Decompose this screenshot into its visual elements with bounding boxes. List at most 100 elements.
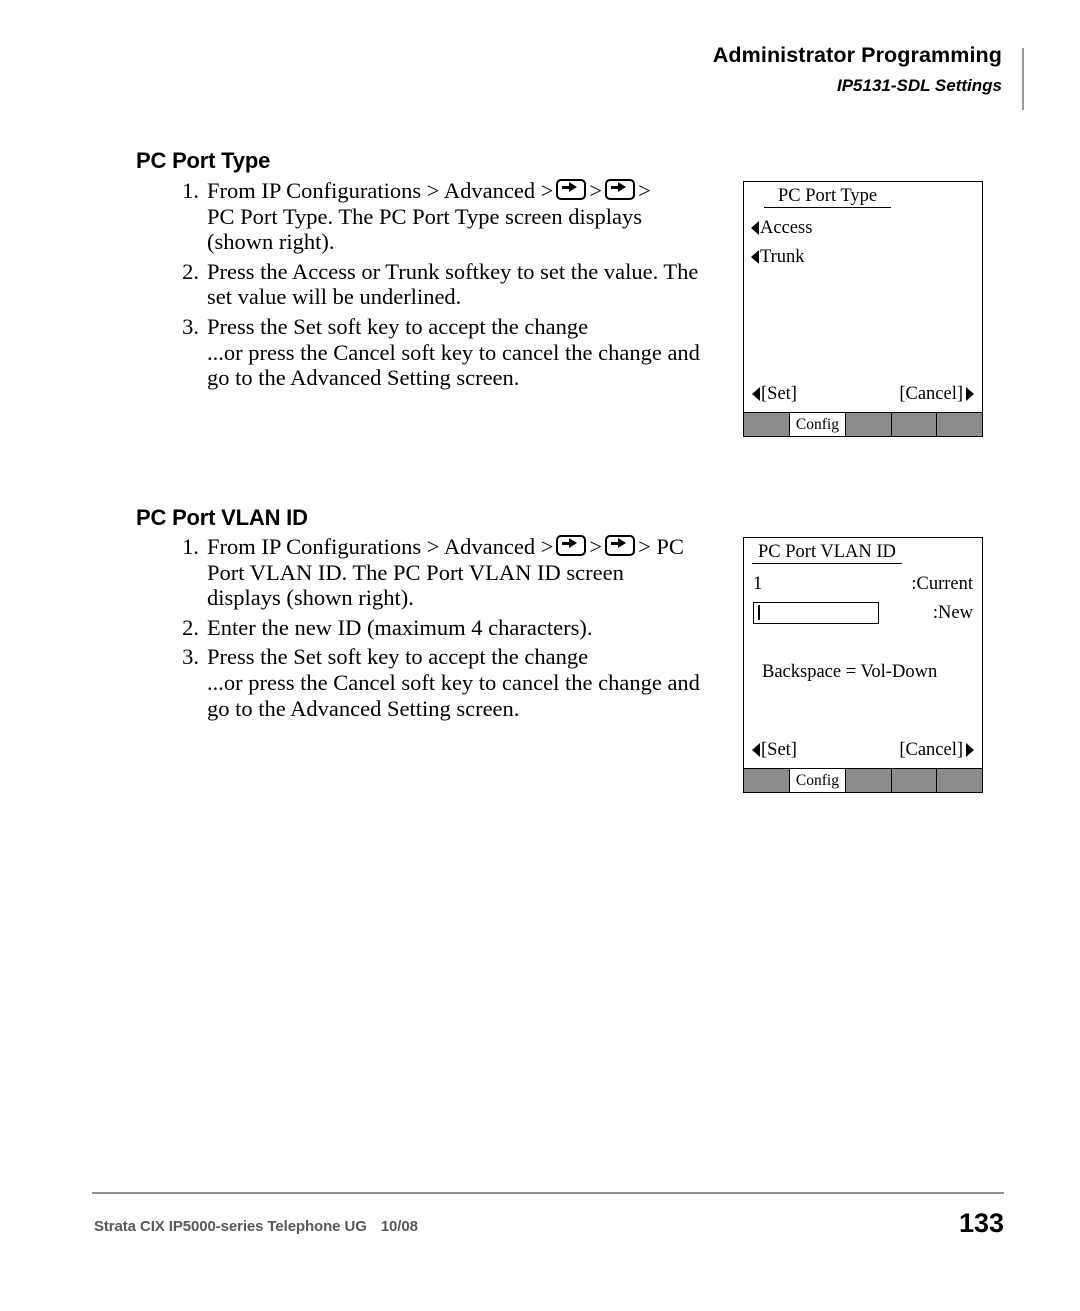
- backspace-hint: Backspace = Vol-Down: [762, 662, 938, 682]
- step-number: 3.: [182, 313, 199, 339]
- tab-cell-config[interactable]: Config: [789, 769, 847, 792]
- step-item: 1. From IP Configurations > Advanced > > >…: [175, 534, 735, 611]
- step-text-mid: >: [589, 534, 603, 559]
- footer-doc-title: Strata CIX IP5000-series Telephone UG: [94, 1218, 367, 1235]
- tab-cell-4[interactable]: [891, 413, 938, 436]
- screen-tab-bar: Config: [743, 769, 983, 793]
- phone-screen-pc-port-type: PC Port Type Access Trunk [Set] [Cancel]…: [743, 181, 983, 437]
- screen-display-area: PC Port VLAN ID 1 :Current :New Backspac…: [743, 537, 983, 769]
- tab-cell-4[interactable]: [891, 769, 938, 792]
- step-item: 3. Press the Set soft key to accept the …: [175, 314, 720, 391]
- step-line: Press the Set soft key to accept the cha…: [207, 313, 589, 339]
- menu-item-label: Access: [760, 218, 813, 238]
- step-number: 1.: [182, 534, 199, 559]
- softkey-set[interactable]: [Set]: [752, 740, 797, 760]
- step-text-mid: >: [589, 178, 603, 203]
- step-item: 2. Press the Access or Trunk softkey to …: [175, 259, 720, 310]
- triangle-left-icon: [751, 250, 759, 264]
- screen-menu-item-trunk[interactable]: Trunk: [751, 247, 805, 267]
- screen-title-wrap: PC Port Type: [752, 186, 974, 208]
- softkey-set-label: [Set]: [761, 740, 797, 760]
- header-title: Administrator Programming: [712, 43, 1002, 67]
- step-text-post: > PC: [638, 534, 684, 559]
- step-line: PC Port Type. The PC Port Type screen di…: [207, 203, 642, 229]
- screen-softkey-row: [Set] [Cancel]: [752, 384, 974, 404]
- step-line: go to the Advanced Setting screen.: [207, 365, 520, 391]
- vlan-id-input[interactable]: [753, 602, 879, 624]
- page-header: Administrator Programming IP5131-SDL Set…: [382, 42, 1024, 110]
- screen-title: PC Port Type: [764, 186, 892, 208]
- tab-cell-1[interactable]: [744, 413, 790, 436]
- screen-menu-item-access[interactable]: Access: [751, 218, 812, 238]
- footer-doc-info: Strata CIX IP5000-series Telephone UG 10/…: [94, 1218, 418, 1235]
- step-line: From IP Configurations > Advanced > > >: [207, 178, 720, 204]
- menu-item-label: Trunk: [760, 247, 805, 267]
- arrow-key-icon: [605, 535, 636, 556]
- triangle-left-icon: [752, 387, 760, 401]
- triangle-left-icon: [752, 743, 760, 757]
- screen-display-area: PC Port Type Access Trunk [Set] [Cancel]: [743, 181, 983, 413]
- new-label: :New: [932, 603, 973, 623]
- step-text-post: >: [638, 178, 651, 203]
- tab-cell-3[interactable]: [846, 769, 892, 792]
- softkey-cancel[interactable]: [Cancel]: [899, 740, 974, 760]
- step-text: From IP Configurations > Advanced >: [207, 178, 554, 203]
- step-line: ...or press the Cancel soft key to cance…: [207, 669, 700, 695]
- triangle-right-icon: [966, 387, 974, 401]
- step-item: 2. Enter the new ID (maximum 4 character…: [175, 615, 735, 641]
- page-number: 133: [958, 1208, 1004, 1238]
- footer-date: 10/08: [380, 1218, 418, 1235]
- step-line: go to the Advanced Setting screen.: [207, 695, 520, 721]
- softkey-cancel-label: [Cancel]: [899, 384, 963, 404]
- step-line: Enter the new ID (maximum 4 characters).: [207, 614, 593, 640]
- section-heading-pc-port-vlan-id: PC Port VLAN ID: [136, 505, 308, 530]
- arrow-key-icon: [556, 179, 587, 200]
- step-text: From IP Configurations > Advanced >: [207, 534, 554, 559]
- step-line: (shown right).: [207, 229, 335, 255]
- current-label: :Current: [911, 574, 973, 594]
- tab-cell-5[interactable]: [937, 769, 983, 792]
- footer-divider: [92, 1192, 1004, 1194]
- softkey-cancel-label: [Cancel]: [899, 740, 963, 760]
- step-body: Press the Set soft key to accept the cha…: [207, 644, 735, 721]
- arrow-key-icon: [605, 179, 636, 200]
- arrow-key-icon: [556, 535, 587, 556]
- tab-cell-config[interactable]: Config: [789, 413, 847, 436]
- tab-cell-5[interactable]: [937, 413, 983, 436]
- steps-list-pc-port-vlan-id: 1. From IP Configurations > Advanced > > >…: [175, 534, 735, 725]
- screen-title: PC Port VLAN ID: [752, 542, 902, 564]
- phone-screen-pc-port-vlan-id: PC Port VLAN ID 1 :Current :New Backspac…: [743, 537, 983, 793]
- text-caret: [758, 605, 760, 620]
- triangle-left-icon: [751, 221, 759, 235]
- step-item: 1. From IP Configurations > Advanced > > >…: [175, 178, 720, 255]
- triangle-right-icon: [966, 743, 974, 757]
- step-line: displays (shown right).: [207, 585, 414, 611]
- current-value-row: 1 :Current: [753, 574, 973, 594]
- step-body: From IP Configurations > Advanced > > > PC…: [207, 534, 735, 611]
- step-number: 2.: [182, 258, 199, 284]
- steps-list-pc-port-type: 1. From IP Configurations > Advanced > > >…: [175, 178, 720, 395]
- screen-tab-bar: Config: [743, 413, 983, 437]
- step-line: Port VLAN ID. The PC Port VLAN ID screen: [207, 559, 624, 585]
- step-line: From IP Configurations > Advanced > > > PC: [207, 534, 735, 560]
- step-line: ...or press the Cancel soft key to cance…: [207, 339, 700, 365]
- new-value-row: :New: [753, 602, 973, 624]
- section-heading-pc-port-type: PC Port Type: [136, 148, 271, 173]
- step-body: Press the Set soft key to accept the cha…: [207, 314, 720, 391]
- softkey-set-label: [Set]: [761, 384, 797, 404]
- step-line: Press the Access or Trunk softkey to set…: [207, 258, 699, 284]
- softkey-set[interactable]: [Set]: [752, 384, 797, 404]
- step-line: Press the Set soft key to accept the cha…: [207, 644, 589, 670]
- step-number: 2.: [182, 614, 199, 640]
- screen-title-wrap: PC Port VLAN ID: [752, 542, 974, 564]
- step-body: Enter the new ID (maximum 4 characters).: [207, 615, 735, 641]
- screen-softkey-row: [Set] [Cancel]: [752, 740, 974, 760]
- tab-cell-3[interactable]: [846, 413, 892, 436]
- header-subtitle: IP5131-SDL Settings: [836, 76, 1002, 95]
- step-item: 3. Press the Set soft key to accept the …: [175, 644, 735, 721]
- step-number: 1.: [182, 178, 199, 203]
- step-body: From IP Configurations > Advanced > > > PC…: [207, 178, 720, 255]
- softkey-cancel[interactable]: [Cancel]: [899, 384, 974, 404]
- step-line: set value will be underlined.: [207, 284, 462, 310]
- tab-cell-1[interactable]: [744, 769, 790, 792]
